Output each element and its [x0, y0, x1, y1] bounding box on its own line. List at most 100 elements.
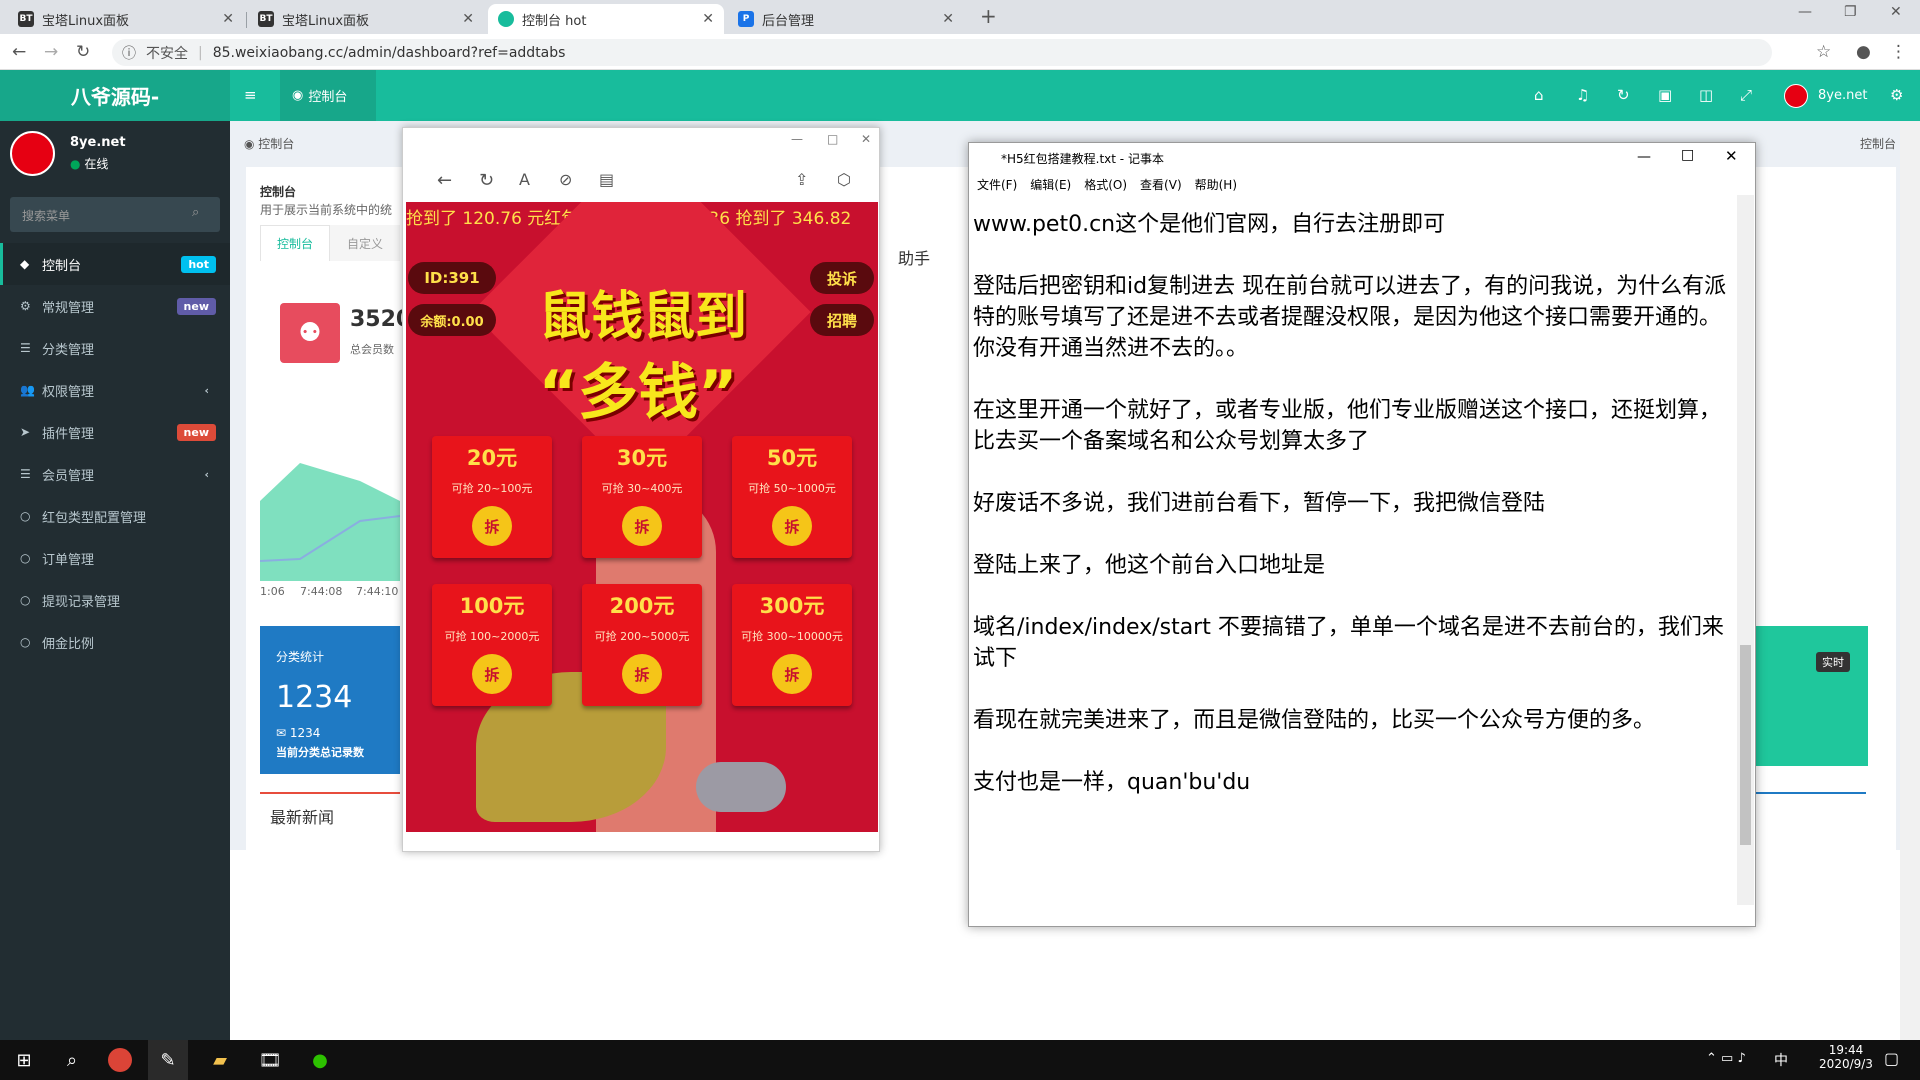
url-field[interactable]: ⓘ 不安全 | 85.weixiaobang.cc/admin/dashboar… — [112, 39, 1772, 66]
close-window-icon[interactable]: ✕ — [1890, 4, 1902, 20]
comment-icon: ✉ — [276, 726, 290, 740]
browser-tab[interactable]: BT 宝塔Linux面板 ✕ — [248, 4, 484, 34]
header-username[interactable]: 8ye.net — [1818, 88, 1867, 103]
redpacket-300[interactable]: 300元 可抢 300~10000元 拆 — [732, 584, 852, 706]
minimize-icon[interactable]: — — [1637, 149, 1651, 165]
users-icon: ⚉ — [280, 303, 340, 363]
new-tab-button[interactable]: + — [980, 4, 997, 28]
open-button[interactable]: 拆 — [622, 506, 662, 546]
sidebar-item-addon[interactable]: ➤ 插件管理 new — [0, 411, 230, 453]
font-icon[interactable]: A — [519, 170, 530, 189]
close-icon[interactable]: ✕ — [1725, 147, 1738, 165]
users-icon: 👥 — [20, 383, 35, 397]
clock[interactable]: 19:44 2020/9/3 — [1816, 1043, 1876, 1071]
search-icon[interactable]: ⌕ — [58, 1046, 86, 1074]
dashboard-icon: ◉ — [292, 88, 304, 103]
window-icon[interactable]: ▤ — [599, 170, 614, 189]
home-icon[interactable]: ⌂ — [1534, 86, 1544, 104]
settings-icon[interactable]: ⚙ — [1890, 86, 1903, 104]
forward-icon[interactable]: → — [44, 42, 58, 62]
film-icon[interactable]: 🎞 — [256, 1046, 284, 1074]
trash-icon[interactable]: ▣ — [1658, 86, 1672, 104]
close-icon[interactable]: ✕ — [861, 132, 871, 146]
sidebar-item-auth[interactable]: 👥 权限管理 ‹ — [0, 369, 230, 411]
redpacket-game: 抢到了 120.76 元红包 恭喜用户ID：7736 抢到了 346.82 ID… — [406, 202, 878, 832]
sidebar-item-category[interactable]: ☰ 分类管理 — [0, 327, 230, 369]
hamburger-menu-icon[interactable]: ≡ — [244, 86, 257, 104]
search-icon[interactable]: ⌕ — [192, 205, 199, 220]
notepad-text-area[interactable]: www.pet0.cn这个是他们官网，自行去注册即可 登陆后把密钥和id复制进去… — [973, 209, 1733, 849]
open-button[interactable]: 拆 — [472, 506, 512, 546]
redpacket-50[interactable]: 50元 可抢 50~1000元 拆 — [732, 436, 852, 558]
redpacket-200[interactable]: 200元 可抢 200~5000元 拆 — [582, 584, 702, 706]
browser-tab[interactable]: P 后台管理 ✕ — [728, 4, 964, 34]
sidebar-item-dashboard[interactable]: ◆ 控制台 hot — [0, 243, 230, 285]
tab-close-icon[interactable]: ✕ — [702, 11, 714, 27]
menu-edit[interactable]: 编辑(E) — [1030, 176, 1071, 193]
link-icon[interactable]: ⊘ — [559, 170, 572, 189]
sidebar-item-redpacket-type[interactable]: ○ 红包类型配置管理 — [0, 495, 230, 537]
tab-custom[interactable]: 自定义 — [330, 225, 400, 261]
page-scrollbar[interactable] — [1900, 121, 1920, 1040]
menu-format[interactable]: 格式(O) — [1084, 176, 1127, 193]
open-button[interactable]: 拆 — [622, 654, 662, 694]
folder-icon[interactable]: ▰ — [206, 1046, 234, 1074]
realtime-badge: 实时 — [1816, 652, 1850, 672]
redpacket-30[interactable]: 30元 可抢 30~400元 拆 — [582, 436, 702, 558]
tab-dashboard[interactable]: 控制台 — [260, 225, 330, 261]
browser-tab[interactable]: BT 宝塔Linux面板 ✕ — [8, 4, 244, 34]
refresh-icon[interactable]: ↻ — [1617, 86, 1630, 104]
windows-start-icon[interactable]: ⊞ — [10, 1046, 38, 1074]
notification-icon[interactable]: ▢ — [1884, 1049, 1899, 1068]
leaf-favicon-icon — [498, 11, 514, 27]
address-bar-row: ← → ↻ ⓘ 不安全 | 85.weixiaobang.cc/admin/da… — [0, 34, 1920, 102]
sidebar-item-general[interactable]: ⚙ 常规管理 new — [0, 285, 230, 327]
cube-icon[interactable]: ⬡ — [837, 170, 851, 189]
tab-close-icon[interactable]: ✕ — [222, 11, 234, 27]
refresh-icon[interactable]: ↻ — [479, 170, 494, 191]
back-icon[interactable]: ← — [12, 42, 26, 62]
redpacket-100[interactable]: 100元 可抢 100~2000元 拆 — [432, 584, 552, 706]
complaint-button[interactable]: 投诉 — [810, 262, 874, 294]
menu-help[interactable]: 帮助(H) — [1195, 176, 1237, 193]
header-avatar[interactable] — [1784, 84, 1808, 108]
minimize-icon[interactable]: — — [1798, 4, 1812, 20]
share-icon[interactable]: ⇪ — [795, 170, 808, 189]
sidebar-item-withdraw[interactable]: ○ 提现记录管理 — [0, 579, 230, 621]
sidebar-item-member[interactable]: ☰ 会员管理 ‹ — [0, 453, 230, 495]
minimize-icon[interactable]: — — [791, 132, 803, 146]
back-icon[interactable]: ← — [437, 170, 452, 191]
sidebar-item-order[interactable]: ○ 订单管理 — [0, 537, 230, 579]
menu-search-input[interactable]: 搜索菜单 — [10, 197, 220, 232]
bell-icon[interactable]: ♫ — [1576, 86, 1589, 104]
restore-icon[interactable]: □ — [827, 132, 838, 146]
open-button[interactable]: 拆 — [772, 506, 812, 546]
wechat-icon[interactable]: ● — [306, 1046, 334, 1074]
browser-tab-active[interactable]: 控制台 hot ✕ — [488, 4, 724, 34]
tab-close-icon[interactable]: ✕ — [942, 11, 954, 27]
bookmark-star-icon[interactable]: ☆ — [1816, 42, 1831, 62]
header-tab-dashboard[interactable]: ◉ 控制台 — [280, 70, 376, 121]
menu-view[interactable]: 查看(V) — [1140, 176, 1182, 193]
menu-file[interactable]: 文件(F) — [977, 176, 1017, 193]
brand-logo[interactable]: 八爷源码- — [0, 70, 230, 121]
fullscreen-icon[interactable]: ⤢ — [1740, 86, 1752, 104]
open-button[interactable]: 拆 — [772, 654, 812, 694]
redpacket-20[interactable]: 20元 可抢 20~100元 拆 — [432, 436, 552, 558]
sidebar-item-commission[interactable]: ○ 佣金比例 — [0, 621, 230, 663]
reload-icon[interactable]: ↻ — [76, 42, 90, 62]
profile-icon[interactable]: ● — [1856, 42, 1871, 62]
translate-icon[interactable]: ◫ — [1699, 86, 1713, 104]
notepad-taskbar-icon[interactable]: ✎ — [148, 1040, 188, 1080]
ime-indicator[interactable]: 中 — [1774, 1050, 1788, 1070]
open-button[interactable]: 拆 — [472, 654, 512, 694]
browser-menu-icon[interactable]: ⋮ — [1890, 42, 1907, 62]
scroll-thumb[interactable] — [1740, 645, 1751, 845]
restore-icon[interactable]: ❐ — [1844, 4, 1857, 20]
chrome-icon[interactable] — [108, 1048, 132, 1072]
tab-close-icon[interactable]: ✕ — [462, 11, 474, 27]
notepad-scrollbar[interactable] — [1737, 195, 1754, 905]
maximize-icon[interactable]: □ — [1681, 147, 1694, 163]
recruit-button[interactable]: 招聘 — [810, 304, 874, 336]
tray-icons[interactable]: ⌃ ▭ ♪ — [1706, 1051, 1746, 1066]
